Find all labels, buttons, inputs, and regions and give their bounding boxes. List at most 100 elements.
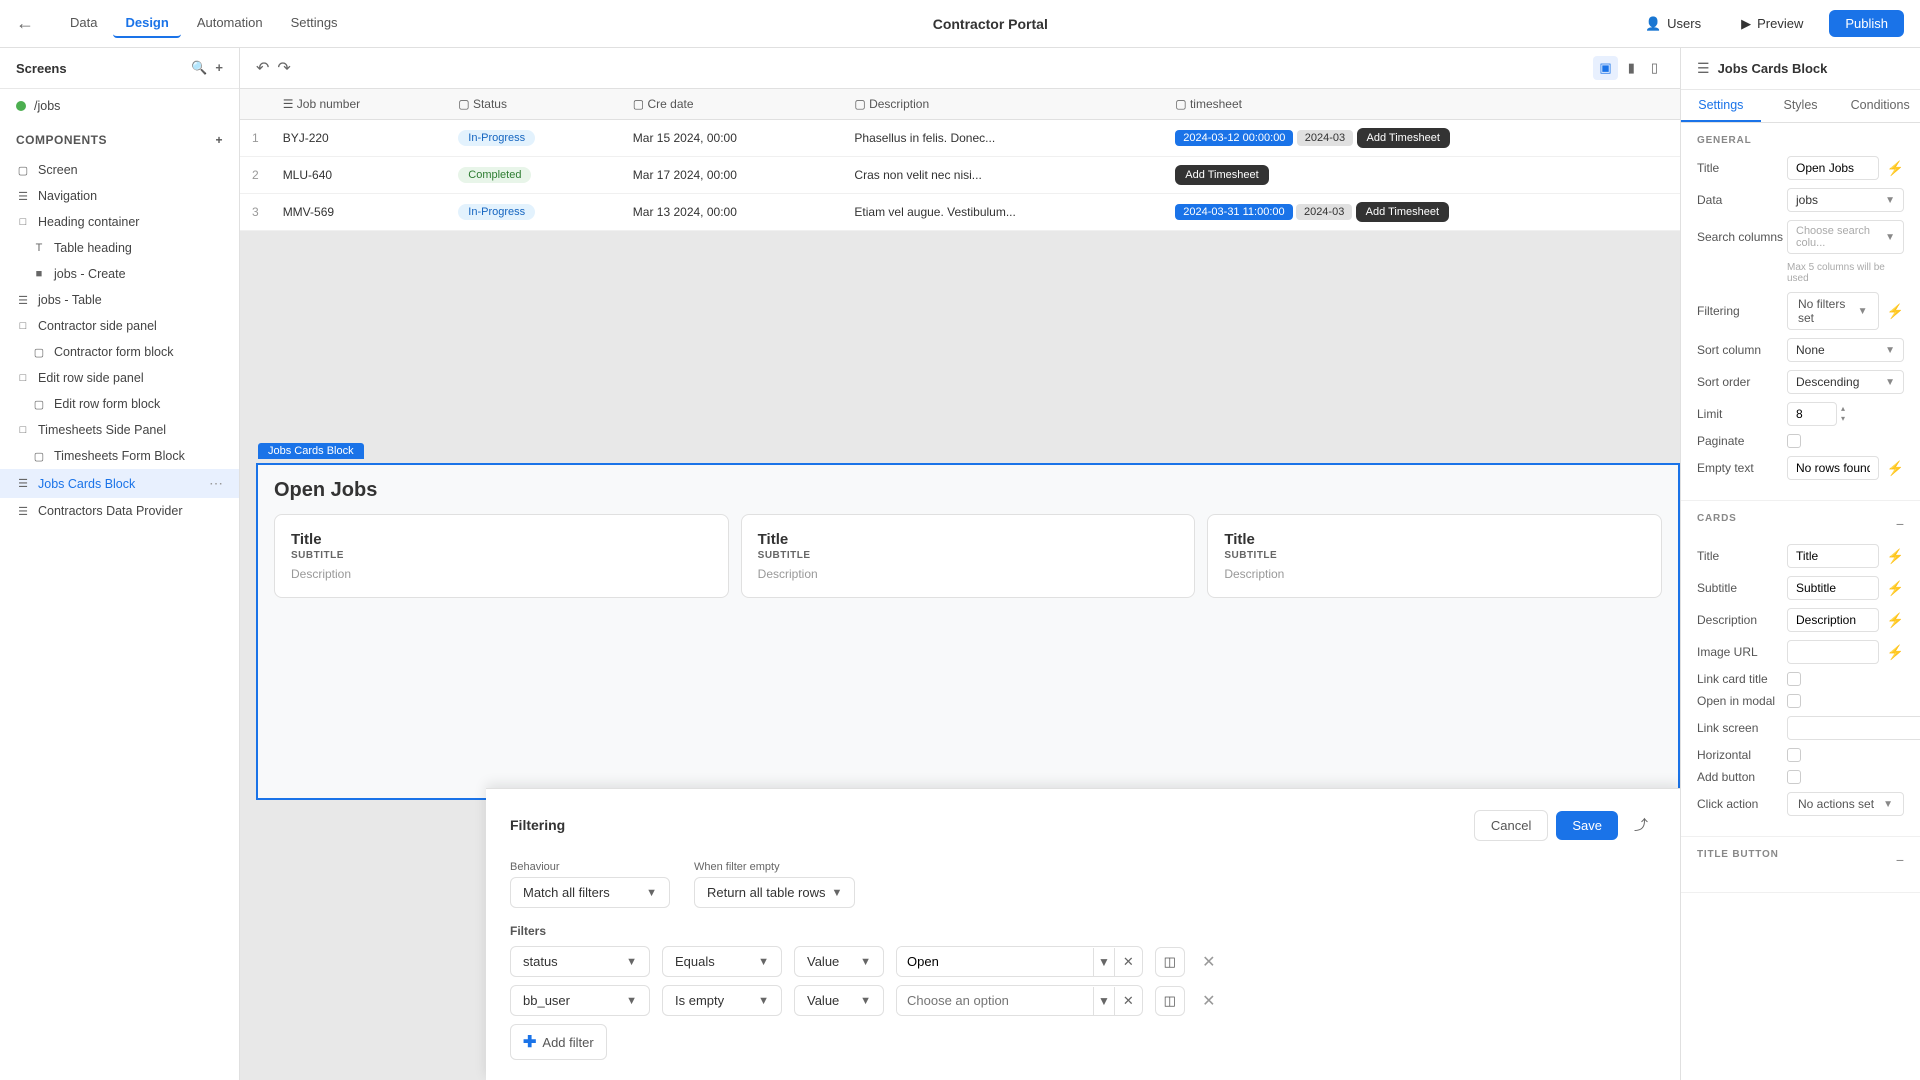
filter2-clear-btn[interactable]: ✕ xyxy=(1114,987,1142,1015)
add-button-checkbox[interactable] xyxy=(1787,770,1801,784)
sidebar-item-navigation[interactable]: ☰ Navigation xyxy=(0,183,239,209)
filter1-type-select[interactable]: Value ▼ xyxy=(794,946,884,977)
right-actions: 👤 Users ▶ Preview Publish xyxy=(1631,10,1904,38)
description-input[interactable] xyxy=(1787,608,1879,632)
sort-column-select[interactable]: None ▼ xyxy=(1787,338,1904,362)
filter2-copy-btn[interactable]: ◫ xyxy=(1155,986,1185,1016)
col-timesheet: ▢ timesheet xyxy=(1163,89,1680,120)
sidebar-item-jobs-create[interactable]: ■ jobs - Create xyxy=(0,261,239,287)
nav-data[interactable]: Data xyxy=(58,9,109,38)
redo-button[interactable]: ↷ xyxy=(277,58,290,78)
link-card-title-checkbox[interactable] xyxy=(1787,672,1801,686)
search-columns-select[interactable]: Choose search colu... ▼ xyxy=(1787,220,1904,254)
desktop-view-btn[interactable]: ▣ xyxy=(1593,56,1617,80)
filter1-operator-chevron: ▼ xyxy=(758,956,769,968)
add-timesheet-btn-3[interactable]: Add Timesheet xyxy=(1356,202,1449,222)
users-button[interactable]: 👤 Users xyxy=(1631,10,1715,38)
sidebar-item-contractor-side-panel[interactable]: □ Contractor side panel xyxy=(0,313,239,339)
paginate-checkbox[interactable] xyxy=(1787,434,1801,448)
filtering-bolt-icon[interactable]: ⚡ xyxy=(1887,303,1904,320)
sidebar-item-edit-row-side-panel[interactable]: □ Edit row side panel xyxy=(0,365,239,391)
sidebar-item-edit-row-form-block[interactable]: ▢ Edit row form block xyxy=(0,391,239,417)
expand-button[interactable]: ⤴ xyxy=(1626,809,1656,841)
three-dot-menu[interactable]: ⋯ xyxy=(209,475,223,492)
filter2-type-select[interactable]: Value ▼ xyxy=(794,985,884,1016)
sidebar-item-jobs-cards-block[interactable]: ☰ Jobs Cards Block ⋯ xyxy=(0,469,239,498)
filter2-field-select[interactable]: bb_user ▼ xyxy=(510,985,650,1016)
search-icon[interactable]: 🔍 xyxy=(191,60,207,76)
limit-up-arrow[interactable]: ▴ xyxy=(1841,404,1845,414)
nav-automation[interactable]: Automation xyxy=(185,9,275,38)
tablet-view-btn[interactable]: ▮ xyxy=(1622,56,1641,80)
horizontal-checkbox[interactable] xyxy=(1787,748,1801,762)
when-empty-select[interactable]: Return all table rows ▼ xyxy=(694,877,855,908)
sidebar-item-timesheets-form-block[interactable]: ▢ Timesheets Form Block xyxy=(0,443,239,469)
preview-button[interactable]: ▶ Preview xyxy=(1727,10,1817,38)
sidebar-item-heading-container[interactable]: □ Heading container xyxy=(0,209,239,235)
open-in-modal-checkbox[interactable] xyxy=(1787,694,1801,708)
card-title-input[interactable] xyxy=(1787,544,1879,568)
tab-settings[interactable]: Settings xyxy=(1681,90,1761,122)
sidebar-item-contractor-form-block[interactable]: ▢ Contractor form block xyxy=(0,339,239,365)
filter1-remove-btn[interactable]: ✕ xyxy=(1197,950,1221,974)
filter1-operator-select[interactable]: Equals ▼ xyxy=(662,946,782,977)
sidebar-item-screen[interactable]: ▢ Screen xyxy=(0,157,239,183)
data-select[interactable]: jobs ▼ xyxy=(1787,188,1904,212)
filtering-chevron: ▼ xyxy=(1858,306,1868,317)
limit-input[interactable] xyxy=(1787,402,1837,426)
tab-conditions[interactable]: Conditions xyxy=(1840,90,1920,122)
sort-order-select[interactable]: Descending ▼ xyxy=(1787,370,1904,394)
sidebar-item-contractors-data-provider[interactable]: ☰ Contractors Data Provider xyxy=(0,498,239,524)
behaviour-select[interactable]: Match all filters ▼ xyxy=(510,877,670,908)
sidebar-item-timesheets-side-panel[interactable]: □ Timesheets Side Panel xyxy=(0,417,239,443)
description-bolt-icon[interactable]: ⚡ xyxy=(1887,612,1904,629)
col-job-number: ☰ Job number xyxy=(271,89,447,120)
card-item-1: Title SUBTITLE Description xyxy=(274,514,729,598)
subtitle-input[interactable] xyxy=(1787,576,1879,600)
subtitle-bolt-icon[interactable]: ⚡ xyxy=(1887,580,1904,597)
publish-button[interactable]: Publish xyxy=(1829,10,1904,37)
nav-settings[interactable]: Settings xyxy=(279,9,350,38)
filter1-value-input[interactable] xyxy=(897,947,1093,976)
add-screen-icon[interactable]: + xyxy=(215,60,223,76)
click-action-badge[interactable]: No actions set ▼ xyxy=(1787,792,1904,816)
add-timesheet-btn-1[interactable]: Add Timesheet xyxy=(1357,128,1450,148)
filter1-clear-btn[interactable]: ✕ xyxy=(1114,948,1142,976)
cards-collapse-btn[interactable]: − xyxy=(1896,516,1904,532)
back-button[interactable]: ← xyxy=(16,13,34,34)
empty-text-bolt-icon[interactable]: ⚡ xyxy=(1887,460,1904,477)
limit-down-arrow[interactable]: ▾ xyxy=(1841,414,1845,424)
link-card-title-label: Link card title xyxy=(1697,672,1787,686)
title-bolt-icon[interactable]: ⚡ xyxy=(1887,160,1904,177)
screen-jobs[interactable]: /jobs xyxy=(0,93,239,119)
add-filter-button[interactable]: ✚ Add filter xyxy=(510,1024,607,1060)
row-num-2: 2 xyxy=(240,157,271,194)
cancel-button[interactable]: Cancel xyxy=(1474,810,1548,841)
image-url-bolt-icon[interactable]: ⚡ xyxy=(1887,644,1904,661)
sidebar-item-table-heading[interactable]: T Table heading xyxy=(0,235,239,261)
filter1-field-select[interactable]: status ▼ xyxy=(510,946,650,977)
title-button-section: TITLE BUTTON − xyxy=(1681,837,1920,893)
image-url-input[interactable] xyxy=(1787,640,1879,664)
filter2-options-btn[interactable]: ▼ xyxy=(1093,987,1114,1015)
filtering-badge[interactable]: No filters set ▼ xyxy=(1787,292,1879,330)
add-component-icon[interactable]: + xyxy=(215,133,223,147)
filter2-value-input[interactable] xyxy=(897,986,1093,1015)
mobile-view-btn[interactable]: ▯ xyxy=(1645,56,1664,80)
save-button[interactable]: Save xyxy=(1556,811,1618,840)
card-title-bolt-icon[interactable]: ⚡ xyxy=(1887,548,1904,565)
title-button-collapse-btn[interactable]: − xyxy=(1896,852,1904,868)
filter2-operator-select[interactable]: Is empty ▼ xyxy=(662,985,782,1016)
filter2-remove-btn[interactable]: ✕ xyxy=(1197,989,1221,1013)
jobs-table: ☰ Job number ▢ Status ▢ Cre date ▢ Descr… xyxy=(240,89,1680,231)
nav-design[interactable]: Design xyxy=(113,9,180,38)
undo-button[interactable]: ↶ xyxy=(256,58,269,78)
empty-text-input[interactable] xyxy=(1787,456,1879,480)
add-timesheet-btn-2[interactable]: Add Timesheet xyxy=(1175,165,1268,185)
title-input[interactable] xyxy=(1787,156,1879,180)
sidebar-item-jobs-table[interactable]: ☰ jobs - Table xyxy=(0,287,239,313)
filter1-copy-btn[interactable]: ◫ xyxy=(1155,947,1185,977)
link-screen-input[interactable] xyxy=(1787,716,1920,740)
filter1-options-btn[interactable]: ▼ xyxy=(1093,948,1114,976)
tab-styles[interactable]: Styles xyxy=(1761,90,1841,122)
